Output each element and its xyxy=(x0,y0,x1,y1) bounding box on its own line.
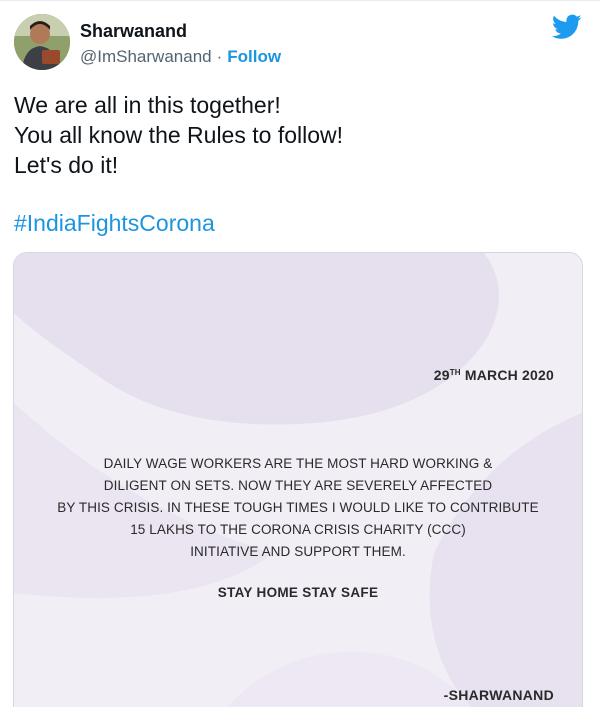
author-handle[interactable]: @ImSharwanand xyxy=(80,47,212,66)
date-day: 29 xyxy=(433,367,450,383)
top-divider xyxy=(0,0,600,1)
twitter-bird-icon[interactable] xyxy=(551,14,582,40)
date-suffix: TH xyxy=(449,368,461,377)
tweet-media-image[interactable]: 29TH MARCH 2020 DAILY WAGE WORKERS ARE T… xyxy=(13,252,583,707)
notice-body: DAILY WAGE WORKERS ARE THE MOST HARD WOR… xyxy=(14,453,582,563)
notice-body-line: DILIGENT ON SETS. NOW THEY ARE SEVERELY … xyxy=(103,478,493,493)
notice-body-line: 15 LAKHS TO THE CORONA CRISIS CHARITY (C… xyxy=(130,522,466,537)
notice-body-line: DAILY WAGE WORKERS ARE THE MOST HARD WOR… xyxy=(103,456,493,471)
hashtag-link[interactable]: #IndiaFightsCorona xyxy=(14,208,215,238)
tweet-text: We are all in this together! You all kno… xyxy=(14,90,584,180)
tweet-text-line: Let's do it! xyxy=(14,152,119,178)
notice-letter: 29TH MARCH 2020 DAILY WAGE WORKERS ARE T… xyxy=(14,253,582,707)
follow-button[interactable]: Follow xyxy=(227,47,281,66)
notice-slogan: STAY HOME STAY SAFE xyxy=(217,585,379,600)
author-handle-row: @ImSharwanand · Follow xyxy=(80,46,281,68)
separator-dot: · xyxy=(216,47,223,66)
notice-date: 29TH MARCH 2020 xyxy=(434,367,554,383)
avatar-photo xyxy=(14,14,70,70)
tweet-text-line: We are all in this together! xyxy=(14,92,281,118)
author-display-name[interactable]: Sharwanand xyxy=(80,20,187,42)
notice-signature: -SHARWANAND xyxy=(443,687,554,703)
tweet-text-line: You all know the Rules to follow! xyxy=(14,122,344,148)
date-month-year: MARCH 2020 xyxy=(464,367,554,383)
notice-body-line: BY THIS CRISIS. IN THESE TOUGH TIMES I W… xyxy=(57,500,539,515)
avatar[interactable] xyxy=(14,14,70,70)
notice-body-line: INITIATIVE AND SUPPORT THEM. xyxy=(190,544,406,559)
